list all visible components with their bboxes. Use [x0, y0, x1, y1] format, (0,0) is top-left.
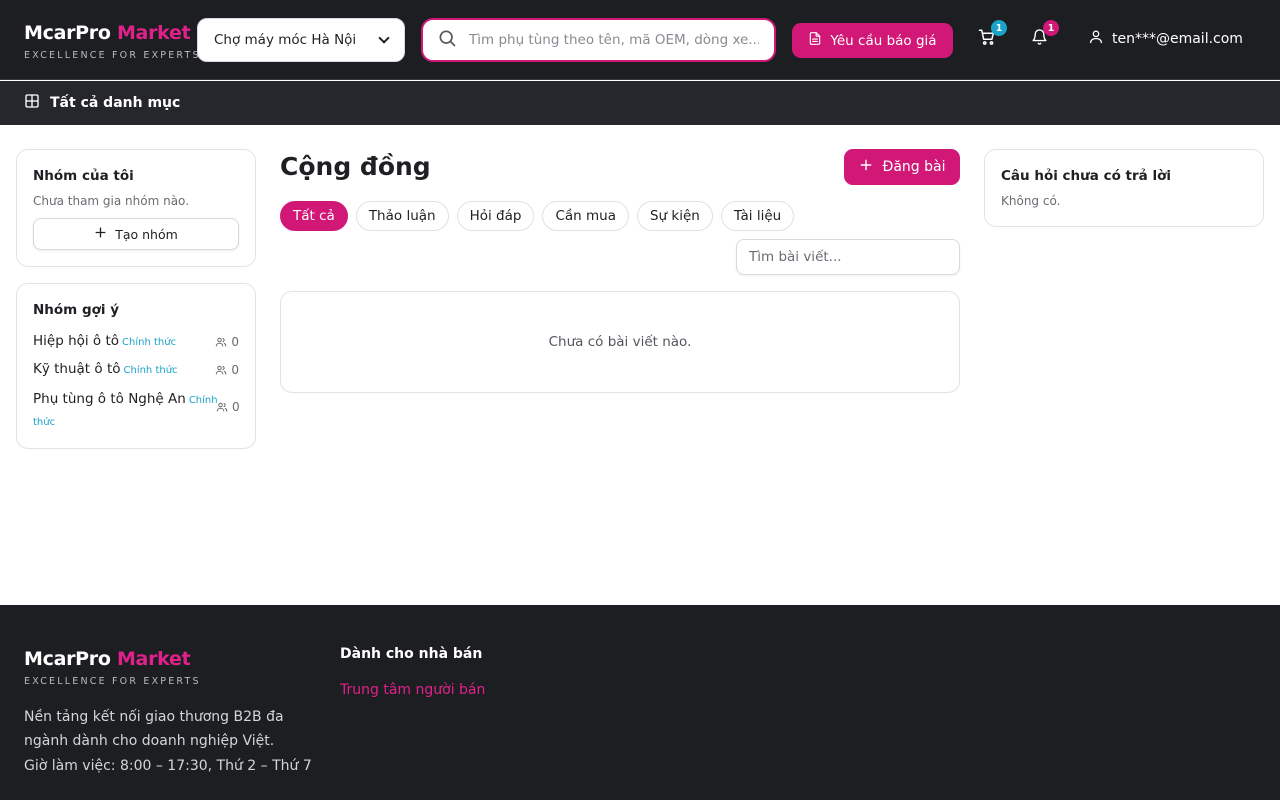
footer-seller-title: Dành cho nhà bán: [340, 646, 483, 662]
new-post-label: Đăng bài: [882, 159, 946, 175]
member-count-value: 0: [232, 400, 240, 414]
unanswered-empty: Không có.: [1001, 194, 1061, 208]
all-categories-label: Tất cả danh mục: [50, 95, 181, 111]
member-count-value: 0: [231, 363, 239, 377]
create-group-button[interactable]: Tạo nhóm: [33, 218, 239, 250]
footer-description: Nền tảng kết nối giao thương B2B đa ngàn…: [24, 709, 284, 749]
top-header: McarPro Market EXCELLENCE FOR EXPERTS Ch…: [0, 0, 1280, 80]
user-icon: [1088, 28, 1104, 49]
official-tag: Chính thức: [123, 365, 178, 376]
official-tag: Chính thức: [122, 337, 177, 348]
post-filter-tabs: Tất cả Thảo luận Hỏi đáp Cần mua Sự kiện…: [280, 201, 795, 231]
members-icon: [216, 402, 228, 412]
group-name: Phụ tùng ô tô Nghệ An: [33, 391, 186, 407]
filter-all[interactable]: Tất cả: [280, 201, 348, 231]
member-count: 0: [215, 335, 239, 349]
plus-icon: [859, 158, 873, 176]
new-post-button[interactable]: Đăng bài: [844, 149, 960, 185]
footer-logo-tagline: EXCELLENCE FOR EXPERTS: [24, 676, 201, 687]
user-menu[interactable]: ten***@email.com: [1088, 28, 1243, 49]
logo-main: McarPro: [24, 22, 111, 44]
footer-logo-accent: Market: [116, 648, 191, 670]
my-groups-card: Nhóm của tôi Chưa tham gia nhóm nào. Tạo…: [16, 149, 256, 267]
member-count: 0: [215, 363, 239, 377]
filter-documents[interactable]: Tài liệu: [720, 201, 795, 231]
cart-button[interactable]: 1: [976, 20, 1007, 50]
posts-empty-text: Chưa có bài viết nào.: [548, 334, 692, 350]
search-input[interactable]: [469, 32, 759, 48]
unanswered-questions-card: Câu hỏi chưa có trả lời Không có.: [984, 149, 1264, 227]
my-groups-title: Nhóm của tôi: [33, 168, 134, 184]
member-count: 0: [216, 400, 255, 414]
post-search-input[interactable]: [736, 239, 960, 275]
unanswered-title: Câu hỏi chưa có trả lời: [1001, 168, 1172, 184]
search-icon: [437, 28, 457, 52]
notification-count-badge: 1: [1043, 20, 1059, 36]
plus-icon: [94, 226, 107, 242]
logo[interactable]: McarPro Market EXCELLENCE FOR EXPERTS: [24, 22, 201, 61]
filter-discussion[interactable]: Thảo luận: [355, 201, 449, 231]
footer-logo[interactable]: McarPro Market EXCELLENCE FOR EXPERTS: [24, 648, 201, 687]
footer: McarPro Market EXCELLENCE FOR EXPERTS Nề…: [0, 605, 1280, 800]
member-count-value: 0: [231, 335, 239, 349]
suggested-groups-title: Nhóm gợi ý: [33, 302, 120, 318]
seller-center-link[interactable]: Trung tâm người bán: [340, 682, 485, 698]
suggested-group-item[interactable]: Kỹ thuật ô tô Chính thức 0: [33, 361, 239, 377]
chevron-down-icon: [378, 32, 390, 44]
user-email: ten***@email.com: [1112, 30, 1243, 47]
members-icon: [216, 337, 227, 347]
group-name: Kỹ thuật ô tô: [33, 361, 121, 377]
footer-logo-main: McarPro: [24, 648, 111, 670]
footer-hours: Giờ làm việc: 8:00 – 17:30, Thứ 2 – Thứ …: [24, 758, 312, 774]
cart-count-badge: 1: [991, 20, 1007, 36]
create-group-label: Tạo nhóm: [115, 226, 178, 242]
page-title: Cộng đồng: [280, 152, 431, 181]
suggested-group-item[interactable]: Phụ tùng ô tô Nghệ An Chính thức: [33, 389, 221, 433]
posts-empty-state: Chưa có bài viết nào.: [280, 291, 960, 393]
request-quote-button[interactable]: Yêu cầu báo giá: [792, 23, 953, 58]
group-name: Hiệp hội ô tô: [33, 333, 120, 349]
my-groups-empty: Chưa tham gia nhóm nào.: [33, 194, 190, 208]
market-select[interactable]: Chợ máy móc Hà Nội: [197, 18, 405, 62]
logo-accent: Market: [116, 22, 191, 44]
grid-icon: [24, 93, 40, 113]
logo-tagline: EXCELLENCE FOR EXPERTS: [24, 50, 201, 61]
suggested-group-item[interactable]: Hiệp hội ô tô Chính thức 0: [33, 333, 239, 349]
market-select-value: Chợ máy móc Hà Nội: [214, 32, 357, 48]
filter-events[interactable]: Sự kiện: [636, 201, 713, 231]
members-icon: [216, 365, 227, 375]
search-box[interactable]: [421, 18, 776, 62]
all-categories-button[interactable]: Tất cả danh mục: [0, 81, 1280, 125]
filter-buying[interactable]: Cần mua: [542, 201, 629, 231]
notifications-button[interactable]: 1: [1028, 20, 1059, 50]
filter-qa[interactable]: Hỏi đáp: [456, 201, 535, 231]
document-icon: [808, 31, 822, 50]
request-quote-label: Yêu cầu báo giá: [830, 32, 937, 49]
suggested-groups-card: Nhóm gợi ý Hiệp hội ô tô Chính thức 0 Kỹ …: [16, 283, 256, 449]
